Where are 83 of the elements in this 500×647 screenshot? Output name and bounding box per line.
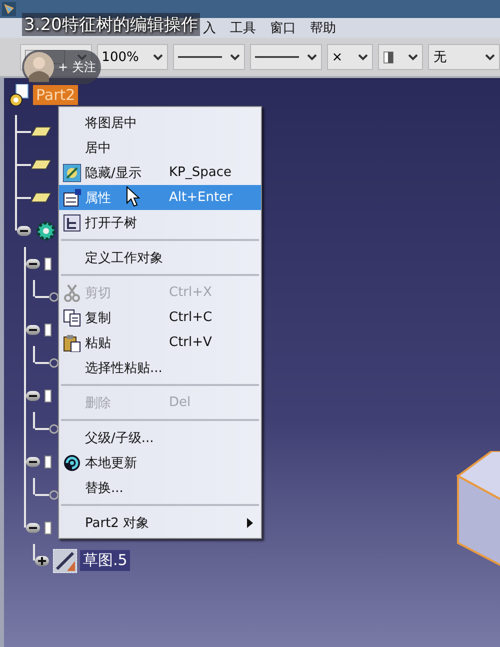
tree-node-label[interactable]: 草图.5 [80, 550, 130, 571]
menu-item[interactable]: 窗口 [270, 19, 296, 37]
feature-icon[interactable] [44, 454, 52, 468]
collapse-toggle[interactable] [26, 456, 40, 466]
feature-icon[interactable] [44, 322, 52, 336]
properties-icon [63, 188, 81, 206]
menu-item-label: 本地更新 [85, 454, 137, 472]
expand-toggle[interactable] [35, 556, 49, 566]
follow-label[interactable]: 关注 [72, 58, 96, 76]
menu-item[interactable]: Part2 对象 [59, 510, 261, 535]
dropdown[interactable] [250, 44, 322, 70]
menu-item[interactable]: 入 [203, 19, 216, 37]
collapse-toggle[interactable] [26, 522, 40, 532]
menu-item[interactable]: 替换... [59, 475, 261, 500]
menu-item-label: 属性 [85, 190, 111, 206]
plane-icon[interactable] [31, 192, 52, 203]
menu-item[interactable]: 粘贴 Ctrl+V [59, 330, 261, 355]
collapse-toggle[interactable] [26, 390, 40, 400]
shortcut-label: KP_Space [169, 165, 232, 180]
menu-item[interactable]: 居中 [59, 135, 261, 160]
menu-item[interactable]: 隐藏/显示 KP_Space [59, 160, 261, 185]
caret-icon [230, 53, 240, 61]
menu-item-label: 居中 [85, 140, 111, 156]
dropdown[interactable]: 无 [428, 44, 500, 70]
follow-toast[interactable]: + 关注 [22, 50, 102, 84]
copy-icon [63, 308, 81, 326]
part-icon[interactable] [8, 84, 30, 106]
menu-item-label: 剪切 [85, 284, 111, 302]
menu-item[interactable]: 复制 Ctrl+C [59, 305, 261, 330]
menu-item[interactable]: 将图居中 [59, 110, 261, 135]
dropdown[interactable] [173, 44, 246, 70]
menu-item[interactable]: 定义工作对象 [59, 245, 261, 270]
caret-icon [306, 53, 317, 61]
dropdown[interactable] [378, 44, 424, 70]
plane-icon[interactable] [31, 126, 52, 137]
caret-icon [484, 53, 495, 61]
feature-icon[interactable] [44, 388, 52, 402]
menu-item[interactable]: 帮助 [310, 19, 336, 37]
layer-icon [382, 50, 394, 64]
plus-sign[interactable]: + [58, 60, 68, 74]
refresh-icon [63, 454, 81, 472]
app-icon [2, 2, 16, 16]
dropdown[interactable]: × [326, 44, 372, 70]
menu-item[interactable]: 本地更新 [59, 450, 261, 475]
caret-icon [153, 53, 164, 61]
caret-icon [408, 53, 418, 61]
plane-icon[interactable] [31, 159, 52, 170]
tree-icon [63, 214, 81, 232]
caret-icon [358, 53, 368, 61]
collapse-toggle[interactable] [17, 226, 31, 236]
shortcut-label: Ctrl+V [169, 335, 212, 350]
menu-item-label: 打开子树 [85, 214, 137, 232]
menu-item-label: 选择性粘贴... [85, 360, 162, 376]
paste-icon [63, 334, 81, 352]
menu-item[interactable]: 打开子树 [59, 210, 261, 235]
avatar [24, 52, 54, 82]
menu-item[interactable]: 选择性粘贴... [59, 355, 261, 380]
shortcut-label: Ctrl+C [169, 310, 212, 325]
menu-item-label: 将图居中 [85, 114, 137, 132]
menu-item-label: 替换... [85, 480, 124, 496]
menu-item[interactable]: 父级/子级... [59, 425, 261, 450]
feature-icon[interactable] [44, 520, 52, 534]
hide-show-icon [63, 164, 81, 182]
sketch-icon[interactable] [53, 548, 77, 572]
feature-icon[interactable] [49, 292, 59, 302]
shortcut-label: Alt+Enter [169, 190, 232, 205]
shortcut-label: Ctrl+X [169, 285, 212, 300]
cursor-icon [126, 186, 140, 207]
menu-item-label: 复制 [85, 310, 111, 326]
dropdown[interactable]: 100% [96, 44, 168, 70]
gear-icon[interactable] [35, 220, 57, 242]
shortcut-label: Del [169, 395, 191, 410]
menu-item-label: 粘贴 [85, 334, 111, 352]
feature-icon[interactable] [44, 256, 52, 270]
menu-item-label: 父级/子级... [85, 430, 154, 446]
collapse-toggle[interactable] [26, 258, 40, 268]
menu-item-label: 隐藏/显示 [85, 164, 142, 182]
menu-item-label: 定义工作对象 [85, 250, 163, 266]
menu-item-label: Part2 对象 [85, 514, 150, 532]
menu-item[interactable]: 工具 [230, 19, 256, 37]
collapse-toggle[interactable] [26, 324, 40, 334]
menu-item-label: 删除 [85, 394, 111, 412]
scissors-icon [63, 284, 81, 302]
